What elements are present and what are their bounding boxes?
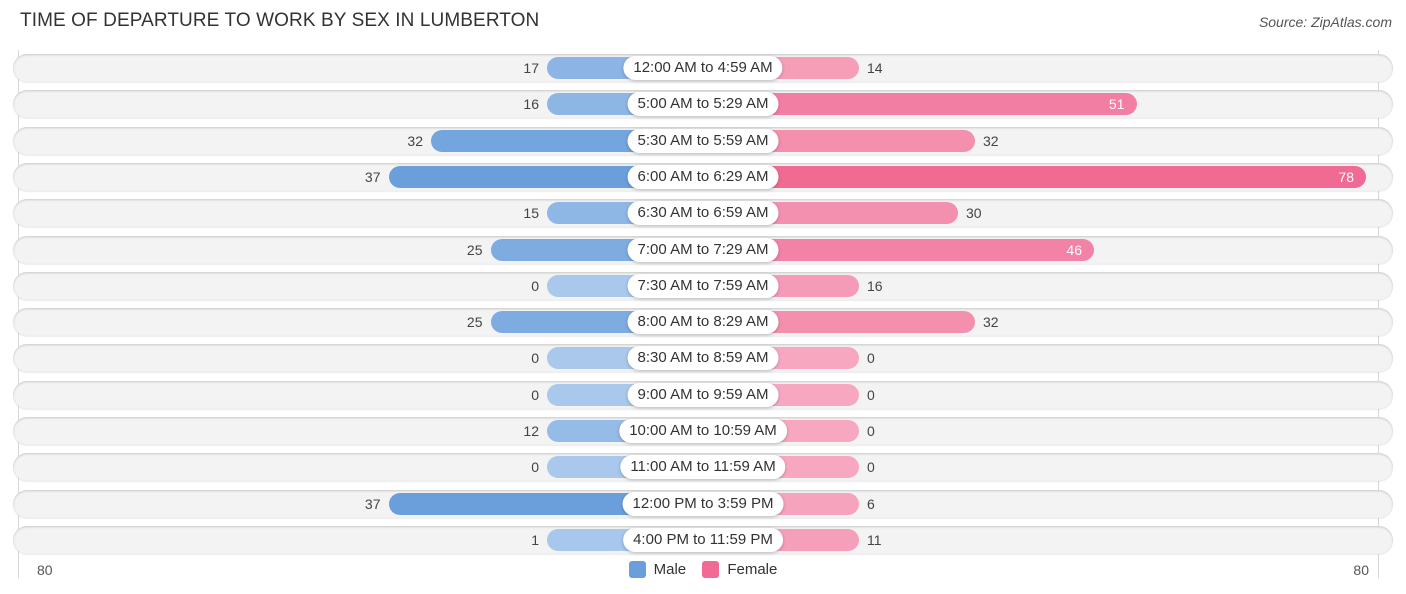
category-label: 7:30 AM to 7:59 AM [627, 273, 779, 298]
category-label: 5:00 AM to 5:29 AM [627, 92, 779, 117]
category-label: 12:00 PM to 3:59 PM [622, 491, 784, 516]
value-label-female: 0 [867, 459, 875, 476]
value-label-female: 0 [867, 423, 875, 439]
category-label: 6:30 AM to 6:59 AM [627, 201, 779, 226]
value-label-male: 25 [466, 241, 483, 258]
value-label-female: 16 [867, 277, 883, 294]
value-label-male: 37 [364, 495, 381, 512]
value-label-male: 25 [466, 314, 483, 331]
value-label-male: 15 [523, 205, 539, 222]
category-label: 11:00 AM to 11:59 AM [620, 455, 786, 480]
legend-label-female: Female [727, 561, 778, 578]
value-label-female: 32 [983, 314, 999, 331]
bar-female[interactable] [703, 165, 1366, 188]
value-label-female: 51 [1108, 96, 1125, 113]
category-label: 12:00 AM to 4:59 AM [623, 56, 783, 80]
category-label: 8:30 AM to 8:59 AM [627, 346, 779, 371]
value-label-male: 37 [364, 168, 381, 185]
value-label-female: 0 [867, 350, 875, 367]
category-label: 6:00 AM to 6:29 AM [627, 164, 779, 189]
category-label: 4:00 PM to 11:59 PM [623, 527, 783, 552]
value-label-female: 6 [867, 495, 875, 512]
legend: Male Female [0, 561, 1406, 582]
value-label-male: 0 [531, 350, 539, 367]
value-label-male: 0 [531, 277, 539, 294]
male-swatch-icon [628, 561, 646, 578]
value-label-female: 11 [867, 531, 882, 548]
value-label-male: 16 [523, 96, 539, 113]
value-label-female: 0 [867, 386, 875, 403]
category-label: 8:00 AM to 8:29 AM [627, 310, 779, 335]
value-label-male: 12 [523, 423, 539, 439]
value-label-male: 32 [407, 132, 423, 149]
value-label-female: 30 [966, 205, 982, 222]
category-label: 7:00 AM to 7:29 AM [627, 237, 779, 262]
value-label-male: 0 [531, 386, 539, 403]
value-label-female: 14 [867, 60, 883, 76]
value-label-female: 46 [1066, 241, 1082, 258]
value-label-male: 1 [531, 531, 539, 548]
value-label-male: 0 [531, 459, 539, 476]
diverging-bar-chart: 17 14 12:00 AM to 4:59 AM 16 51 5:00 AM to 5:… [0, 0, 1406, 594]
legend-item-female[interactable]: Female [702, 561, 777, 578]
value-label-female: 32 [983, 132, 999, 149]
category-label: 10:00 AM to 10:59 AM [619, 419, 787, 443]
legend-label-male: Male [653, 561, 687, 578]
value-label-female: 78 [1338, 168, 1354, 185]
category-label: 5:30 AM to 5:59 AM [627, 128, 779, 153]
legend-item-male[interactable]: Male [628, 561, 687, 578]
value-label-male: 17 [523, 60, 539, 76]
female-swatch-icon [702, 561, 720, 578]
category-label: 9:00 AM to 9:59 AM [627, 382, 779, 407]
